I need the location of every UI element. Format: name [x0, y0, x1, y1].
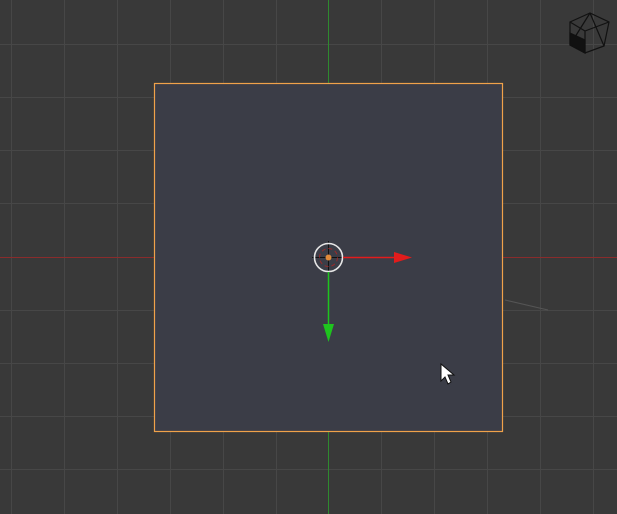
- view-cube-icon[interactable]: [569, 12, 610, 54]
- 3d-viewport[interactable]: [0, 0, 617, 514]
- viewport-canvas[interactable]: [0, 0, 617, 514]
- scene-guide-line: [504, 299, 549, 311]
